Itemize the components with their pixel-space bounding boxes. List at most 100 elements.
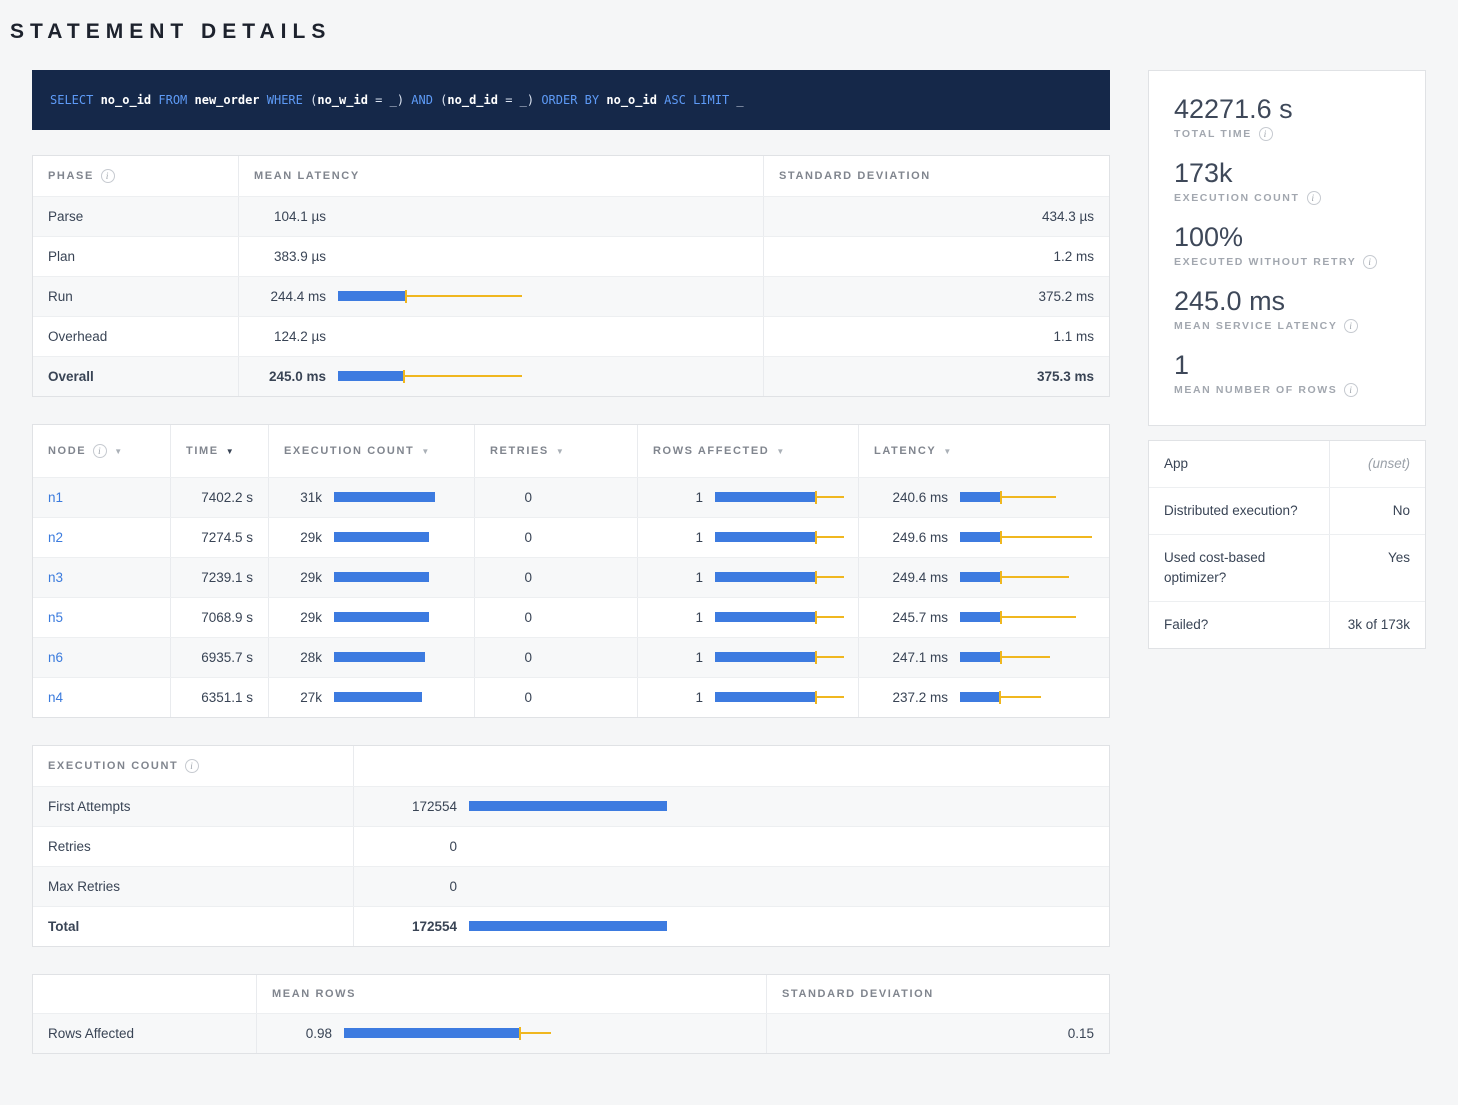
cost-based-optimizer-label: Used cost-based optimizer?	[1149, 535, 1329, 601]
row-label: Rows Affected	[33, 1014, 256, 1053]
sort-desc-icon: ▼	[943, 447, 953, 456]
node-link[interactable]: n1	[48, 490, 63, 505]
app-value: (unset)	[1329, 441, 1425, 487]
node-rows-affected: 1	[653, 530, 703, 545]
std-dev-value: 375.2 ms	[763, 277, 1109, 316]
mean-bar	[469, 921, 667, 931]
execution-count-header: EXECUTION COUNTi	[33, 746, 353, 786]
info-icon[interactable]: i	[1307, 191, 1321, 205]
mean-number-of-rows-label: MEAN NUMBER OF ROWS	[1174, 384, 1337, 396]
rows-affected-column-header[interactable]: ROWS AFFECTED▼	[637, 425, 858, 477]
sql-token: new_order	[187, 93, 259, 107]
count-bar	[469, 840, 769, 853]
node-row: n2 7274.5 s 29k 0 1 249.6 ms	[33, 517, 1109, 557]
info-icon[interactable]: i	[1344, 383, 1358, 397]
rows-affected-bar	[715, 611, 855, 624]
count-bar	[469, 800, 769, 813]
mean-bar	[334, 572, 429, 582]
phase-row: Plan 383.9 µs 1.2 ms	[33, 236, 1109, 276]
sidebar: 42271.6 s TOTAL TIMEi 173k EXECUTION COU…	[1148, 70, 1426, 649]
failed-label: Failed?	[1149, 602, 1329, 648]
mean-latency-value: 104.1 µs	[254, 209, 326, 224]
mean-bar	[715, 652, 816, 662]
info-icon[interactable]: i	[101, 169, 115, 183]
app-label: App	[1149, 441, 1329, 487]
sort-desc-icon: ▼	[226, 447, 236, 456]
empty-header	[33, 975, 256, 1013]
node-link[interactable]: n4	[48, 690, 63, 705]
phase-column-header: PHASEi	[33, 156, 238, 196]
mean-bar	[715, 532, 816, 542]
empty-header	[353, 746, 1109, 786]
node-retries: 0	[490, 690, 532, 705]
node-execution-count: 27k	[284, 690, 322, 705]
latency-column-header[interactable]: LATENCY ▼	[858, 425, 1109, 477]
execution-count-value: 173k	[1174, 157, 1400, 189]
phase-row: Overhead 124.2 µs 1.1 ms	[33, 316, 1109, 356]
node-rows-affected: 1	[653, 570, 703, 585]
retries-header-label: RETRIES	[490, 445, 549, 457]
sql-statement-box: SELECT no_o_id FROM new_order WHERE (no_…	[32, 70, 1110, 130]
failed-row: Failed? 3k of 173k	[1149, 601, 1425, 648]
sql-token: = _)	[498, 93, 534, 107]
execution-count-row: First Attempts 172554	[33, 786, 1109, 826]
node-link[interactable]: n2	[48, 530, 63, 545]
rows-affected-table: MEAN ROWS STANDARD DEVIATION Rows Affect…	[32, 974, 1110, 1054]
info-icon[interactable]: i	[1344, 319, 1358, 333]
latency-header-label: LATENCY	[874, 445, 936, 457]
latency-bar	[960, 691, 1107, 704]
count-bar	[469, 880, 769, 893]
node-latency: 249.6 ms	[874, 530, 948, 545]
mean-latency-value: 244.4 ms	[254, 289, 326, 304]
row-value: 172554	[369, 799, 457, 814]
sql-token: no_w_id	[317, 93, 368, 107]
count-bar	[469, 920, 769, 933]
node-column-header[interactable]: NODEi▼	[33, 425, 170, 477]
phase-name: Overhead	[33, 317, 238, 356]
total-time-label: TOTAL TIME	[1174, 128, 1252, 140]
node-time: 7239.1 s	[170, 558, 268, 597]
phase-row-overall: Overall 245.0 ms 375.3 ms	[33, 356, 1109, 396]
mean-tick	[999, 691, 1001, 704]
sql-token: (	[303, 93, 317, 107]
node-latency: 237.2 ms	[874, 690, 948, 705]
node-link[interactable]: n6	[48, 650, 63, 665]
sort-desc-icon: ▼	[421, 447, 431, 456]
sql-token: SELECT	[50, 93, 93, 107]
info-icon[interactable]: i	[93, 444, 107, 458]
node-time: 7274.5 s	[170, 518, 268, 557]
row-label: Max Retries	[33, 867, 353, 906]
mean-bar	[469, 801, 667, 811]
sort-desc-icon: ▼	[776, 447, 786, 456]
info-icon[interactable]: i	[1259, 127, 1273, 141]
mean-tick	[815, 531, 817, 544]
sql-token: (	[433, 93, 447, 107]
node-time: 7068.9 s	[170, 598, 268, 637]
mean-bar	[960, 532, 1001, 542]
statement-properties-card: App (unset) Distributed execution? No Us…	[1148, 440, 1426, 649]
mean-bar	[960, 572, 1001, 582]
executed-without-retry-stat: 100% EXECUTED WITHOUT RETRYi	[1174, 221, 1400, 269]
rows-affected-bar	[715, 651, 855, 664]
node-time: 7402.2 s	[170, 478, 268, 517]
info-icon[interactable]: i	[185, 759, 199, 773]
retries-column-header[interactable]: RETRIES▼	[474, 425, 637, 477]
distributed-execution-value: No	[1329, 488, 1425, 534]
main-column: SELECT no_o_id FROM new_order WHERE (no_…	[32, 70, 1110, 1081]
mean-bar	[960, 612, 1001, 622]
phase-table: PHASEi MEAN LATENCY STANDARD DEVIATION P…	[32, 155, 1110, 397]
mean-bar	[715, 692, 816, 702]
time-column-header[interactable]: TIME▼	[170, 425, 268, 477]
latency-bar	[960, 531, 1107, 544]
row-label: Retries	[33, 827, 353, 866]
execution-count-column-header[interactable]: EXECUTION COUNT▼	[268, 425, 474, 477]
node-link[interactable]: n3	[48, 570, 63, 585]
execution-count-table: EXECUTION COUNTi First Attempts 172554 R…	[32, 745, 1110, 947]
mean-bar	[715, 572, 816, 582]
sql-token: LIMIT	[686, 93, 729, 107]
node-latency: 240.6 ms	[874, 490, 948, 505]
node-link[interactable]: n5	[48, 610, 63, 625]
summary-card: 42271.6 s TOTAL TIMEi 173k EXECUTION COU…	[1148, 70, 1426, 426]
executed-without-retry-value: 100%	[1174, 221, 1400, 253]
info-icon[interactable]: i	[1363, 255, 1377, 269]
